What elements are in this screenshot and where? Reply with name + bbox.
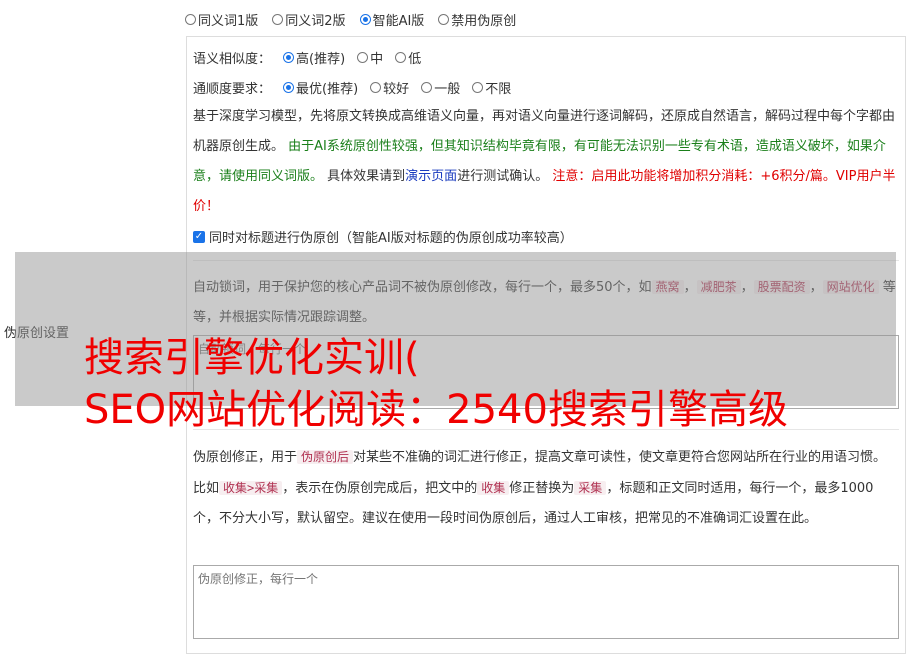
fluency-label: 通顺度要求： <box>193 82 272 97</box>
similarity-label: 语义相似度： <box>193 52 272 67</box>
mode-option-synonym1[interactable]: 同义词1版 <box>185 10 258 29</box>
title-rewrite-checkbox[interactable]: ✓ 同时对标题进行伪原创（智能AI版对标题的伪原创成功率较高） <box>193 227 573 246</box>
radio-button[interactable] <box>438 14 450 25</box>
fluency-row: 通顺度要求： 最优(推荐) 较好 一般 不限 <box>193 78 511 97</box>
radio-button[interactable] <box>185 14 196 25</box>
radio-button[interactable] <box>370 82 382 93</box>
mode-radio-group: 同义词1版 同义词2版 智能AI版 禁用伪原创 <box>185 10 516 29</box>
mode-option-ai[interactable]: 智能AI版 <box>359 10 424 29</box>
fluency-option-any[interactable]: 不限 <box>472 78 511 97</box>
mode-option-synonym2[interactable]: 同义词2版 <box>272 10 346 29</box>
correction-input[interactable] <box>193 565 899 639</box>
radio-button[interactable] <box>283 52 295 63</box>
checkbox-checked-icon[interactable]: ✓ <box>193 230 205 243</box>
watermark-text: 搜索引擎优化实训( SEO网站优化阅读：2540搜索引擎高级 <box>84 335 788 433</box>
demo-page-link[interactable]: 演示页面 <box>405 169 457 184</box>
radio-button[interactable] <box>283 82 295 93</box>
radio-button[interactable] <box>357 52 369 63</box>
similarity-option-high[interactable]: 高(推荐) <box>283 48 345 67</box>
fluency-option-good[interactable]: 较好 <box>370 78 409 97</box>
radio-button[interactable] <box>472 82 484 93</box>
example-tag: 收集>采集 <box>219 481 283 495</box>
radio-button[interactable] <box>395 52 407 63</box>
radio-button[interactable] <box>421 82 433 93</box>
similarity-option-mid[interactable]: 中 <box>357 48 383 67</box>
example-tag: 采集 <box>574 481 607 495</box>
ai-description: 基于深度学习模型，先将原文转换成高维语义向量，再对语义向量进行逐词解码，还原成自… <box>193 109 896 214</box>
fluency-option-best[interactable]: 最优(推荐) <box>283 78 358 97</box>
fluency-option-normal[interactable]: 一般 <box>421 78 460 97</box>
similarity-row: 语义相似度： 高(推荐) 中 低 <box>193 48 421 67</box>
example-tag: 伪原创后 <box>297 450 354 464</box>
radio-button[interactable] <box>359 14 371 25</box>
radio-button[interactable] <box>272 14 284 25</box>
mode-option-disable[interactable]: 禁用伪原创 <box>438 10 516 29</box>
example-tag: 收集 <box>477 481 510 495</box>
correction-description: 伪原创修正，用于 伪原创后 对某些不准确的词汇进行修正，提高文章可读性，使文章更符合… <box>193 450 887 526</box>
similarity-option-low[interactable]: 低 <box>395 48 421 67</box>
